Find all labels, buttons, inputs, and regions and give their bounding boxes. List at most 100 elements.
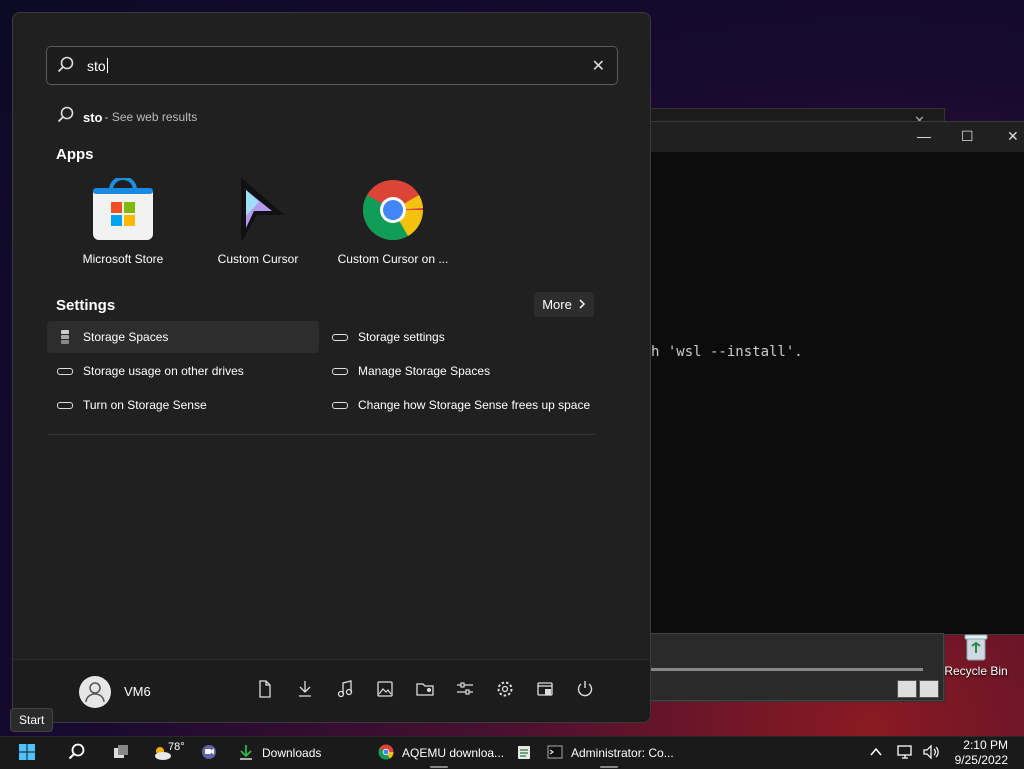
setting-label: Storage Spaces: [83, 330, 169, 344]
downloads-icon[interactable]: [285, 680, 325, 698]
download-arrow-icon: [238, 743, 254, 764]
search-input[interactable]: sto: [87, 58, 108, 74]
more-button[interactable]: More: [534, 292, 594, 317]
chrome-icon: [361, 178, 425, 242]
background-window-lower[interactable]: [650, 633, 944, 701]
volume-button[interactable]: [922, 737, 940, 769]
power-icon[interactable]: [565, 680, 605, 698]
taskbar-admin-console[interactable]: Administrator: Co...: [547, 737, 674, 769]
user-name[interactable]: VM6: [124, 684, 151, 699]
settings-gear-icon[interactable]: [485, 680, 525, 698]
drive-icon: [57, 367, 73, 375]
more-label: More: [542, 297, 572, 312]
microsoft-store-icon: [91, 176, 155, 242]
teams-chat-button[interactable]: [200, 737, 218, 769]
setting-label: Storage usage on other drives: [83, 364, 244, 378]
web-search-result[interactable]: sto - See web results: [57, 106, 198, 129]
search-icon: [57, 56, 75, 79]
settings-heading: Settings: [56, 297, 116, 314]
large-icons-view-button[interactable]: [919, 680, 939, 698]
setting-storage-settings[interactable]: Storage settings: [322, 321, 594, 353]
clock[interactable]: 2:10 PM 9/25/2022: [955, 738, 1008, 768]
start-tooltip: Start: [10, 708, 54, 732]
app-name: Custom Cursor on ...: [337, 252, 449, 266]
network-button[interactable]: [897, 737, 915, 769]
terminal-output: h 'wsl --install'.: [651, 344, 803, 360]
weather-temperature: 78°: [168, 741, 185, 753]
taskbar: 78° Downloads AQEMU downloa... Administr…: [0, 736, 1024, 769]
notepad-icon: [516, 744, 532, 763]
taskbar-downloads[interactable]: Downloads: [238, 737, 321, 769]
setting-label: Manage Storage Spaces: [358, 364, 491, 378]
music-icon[interactable]: [325, 680, 365, 698]
web-search-query: sto: [83, 109, 103, 125]
setting-storage-spaces[interactable]: Storage Spaces: [47, 321, 319, 353]
personalization-icon[interactable]: [445, 680, 485, 698]
chat-icon: [200, 743, 218, 764]
show-hidden-icons-button[interactable]: [870, 737, 882, 769]
chevron-up-icon: [870, 746, 882, 760]
close-icon[interactable]: ✕: [1007, 128, 1019, 145]
drive-icon: [332, 333, 348, 341]
setting-label: Storage settings: [358, 330, 445, 344]
terminal-titlebar[interactable]: — ☐ ✕: [651, 122, 1024, 152]
apps-heading: Apps: [56, 146, 94, 163]
downloads-label: Downloads: [262, 746, 322, 760]
start-menu: sto ✕ sto - See web results Apps Microso…: [12, 12, 651, 723]
taskbar-search-button[interactable]: [68, 737, 86, 769]
recycle-bin[interactable]: Recycle Bin: [944, 632, 1008, 678]
clear-search-icon[interactable]: ✕: [592, 56, 605, 76]
network-monitor-icon: [897, 744, 915, 763]
setting-storage-sense-frees-space[interactable]: Change how Storage Sense frees up space: [322, 389, 612, 421]
recycle-bin-label: Recycle Bin: [944, 664, 1008, 678]
setting-label: Turn on Storage Sense: [83, 398, 207, 412]
setting-turn-on-storage-sense[interactable]: Turn on Storage Sense: [47, 389, 319, 421]
pictures-icon[interactable]: [365, 680, 405, 698]
details-view-button[interactable]: [897, 680, 917, 698]
app-microsoft-store[interactable]: Microsoft Store: [57, 176, 189, 266]
divider: [47, 434, 595, 435]
storage-spaces-icon: [57, 329, 73, 345]
start-footer: VM6: [13, 659, 650, 722]
speaker-icon: [922, 744, 940, 763]
clock-date: 9/25/2022: [954, 753, 1008, 767]
setting-manage-storage-spaces[interactable]: Manage Storage Spaces: [322, 355, 594, 387]
search-box[interactable]: sto ✕: [46, 46, 618, 85]
app-custom-cursor[interactable]: Custom Cursor: [192, 177, 324, 266]
drive-icon: [332, 367, 348, 375]
task-view-icon: [112, 743, 130, 764]
drive-icon: [332, 401, 348, 409]
apps-list: Microsoft Store Custom Cursor Custom Cur…: [57, 176, 462, 266]
admin-window-label: Administrator: Co...: [571, 746, 674, 760]
documents-icon[interactable]: [245, 680, 285, 698]
taskbar-notepad[interactable]: [516, 737, 532, 769]
app-custom-cursor-chrome[interactable]: Custom Cursor on ...: [327, 178, 459, 266]
scrollbar[interactable]: [651, 668, 923, 671]
recycle-bin-icon: [963, 632, 989, 662]
drive-icon: [57, 401, 73, 409]
file-explorer-icon[interactable]: [525, 680, 565, 698]
cursor-arrow-icon: [226, 177, 290, 242]
search-icon: [68, 743, 86, 764]
web-search-suffix: - See web results: [104, 110, 198, 124]
chevron-right-icon: [578, 297, 586, 312]
terminal-window[interactable]: — ☐ ✕ h 'wsl --install'.: [650, 121, 1024, 635]
setting-storage-usage-other-drives[interactable]: Storage usage on other drives: [47, 355, 319, 387]
windows-logo-icon: [18, 743, 36, 764]
user-folder-icon[interactable]: [405, 680, 445, 698]
avatar[interactable]: [79, 676, 111, 708]
app-name: Microsoft Store: [82, 252, 164, 266]
setting-label: Change how Storage Sense frees up space: [358, 398, 591, 412]
taskbar-chrome[interactable]: AQEMU downloa...: [378, 737, 504, 769]
clock-time: 2:10 PM: [963, 738, 1008, 752]
console-icon: [547, 744, 563, 763]
chrome-window-label: AQEMU downloa...: [402, 746, 505, 760]
search-icon: [57, 106, 75, 129]
app-name: Custom Cursor: [217, 252, 299, 266]
weather-widget[interactable]: 78°: [152, 737, 185, 769]
chrome-icon: [378, 744, 394, 763]
start-button[interactable]: [18, 737, 36, 769]
minimize-icon[interactable]: —: [917, 128, 931, 144]
maximize-icon[interactable]: ☐: [961, 128, 974, 145]
task-view-button[interactable]: [112, 737, 130, 769]
